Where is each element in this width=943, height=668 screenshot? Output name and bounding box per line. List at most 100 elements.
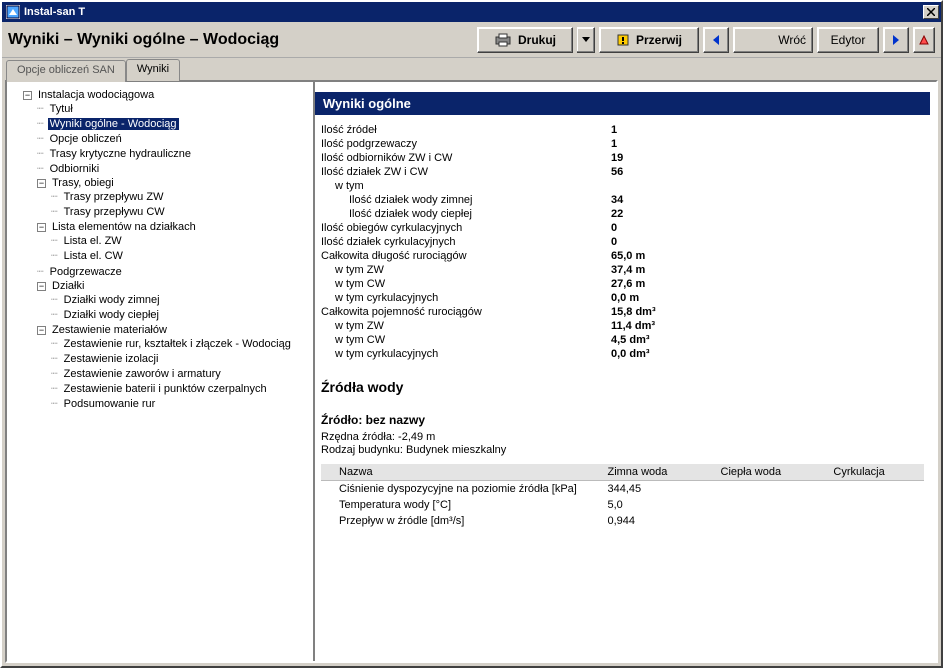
tree-toggle[interactable]: −	[23, 91, 32, 100]
kv-key: w tym cyrkulacyjnych	[321, 292, 611, 304]
kv-value: 0,0 dm³	[611, 348, 650, 360]
triangle-icon	[918, 34, 930, 46]
table-cell	[827, 497, 924, 513]
tree-item-opcje-obliczen[interactable]: Opcje obliczeń	[48, 133, 124, 145]
table-cell: Przepływ w źródle [dm³/s]	[321, 513, 601, 529]
kv-value: 1	[611, 138, 617, 150]
tab-wyniki-label: Wyniki	[137, 63, 169, 75]
print-dropdown-button[interactable]	[577, 27, 595, 53]
kv-row: Ilość działek cyrkulacyjnych0	[315, 235, 930, 249]
kv-value: 0	[611, 236, 617, 248]
table-cell	[715, 497, 828, 513]
kv-key: w tym ZW	[321, 264, 611, 276]
tree-item-trasy-obiegi[interactable]: Trasy, obiegi	[50, 177, 116, 189]
tree-item-root[interactable]: Instalacja wodociągowa	[36, 89, 156, 101]
kv-value: 22	[611, 208, 623, 220]
section-zrodla: Źródła wody	[321, 379, 930, 395]
nav-back-button[interactable]	[703, 27, 729, 53]
table-cell: 5,0	[601, 497, 714, 513]
table-cell	[827, 481, 924, 498]
source-title: Źródło: bez nazwy	[321, 413, 930, 427]
tree-item-dzialki-cieplej[interactable]: Działki wody ciepłej	[62, 309, 161, 321]
tree-item-lista-zw[interactable]: Lista el. ZW	[62, 235, 124, 247]
stop-icon	[616, 33, 630, 47]
kv-value: 0	[611, 222, 617, 234]
tree-item-lista-elementow[interactable]: Lista elementów na działkach	[50, 221, 198, 233]
editor-button[interactable]: Edytor	[817, 27, 879, 53]
table-cell: Ciśnienie dyspozycyjne na poziomie źródł…	[321, 481, 601, 498]
kv-value: 0,0 m	[611, 292, 639, 304]
table-row: Temperatura wody [°C]5,0	[321, 497, 924, 513]
kv-key: w tym CW	[321, 334, 611, 346]
tab-wyniki[interactable]: Wyniki	[126, 59, 180, 81]
kv-key: Ilość działek wody ciepłej	[321, 208, 611, 220]
content-pane: Wyniki ogólne Ilość źródeł1Ilość podgrze…	[315, 82, 936, 661]
kv-value: 37,4 m	[611, 264, 645, 276]
breadcrumb: Wyniki – Wyniki ogólne – Wodociąg	[8, 31, 473, 49]
tree-toggle[interactable]: −	[37, 282, 46, 291]
kv-row: Ilość źródeł1	[315, 123, 930, 137]
kv-value: 15,8 dm³	[611, 306, 656, 318]
tree-item-zest-izolacji[interactable]: Zestawienie izolacji	[62, 353, 161, 365]
tree-item-dzialki[interactable]: Działki	[50, 280, 86, 292]
kv-key: w tym cyrkulacyjnych	[321, 348, 611, 360]
kv-key: Całkowita pojemność rurociągów	[321, 306, 611, 318]
kv-row: Ilość działek wody zimnej34	[315, 193, 930, 207]
table-cell	[715, 513, 828, 529]
table-header-cyrkulacja: Cyrkulacja	[827, 464, 924, 481]
kv-value: 1	[611, 124, 617, 136]
tab-opcje-san-label: Opcje obliczeń SAN	[17, 64, 115, 76]
tree-item-zest-baterii[interactable]: Zestawienie baterii i punktów czerpalnyc…	[62, 383, 269, 395]
kv-row: Ilość obiegów cyrkulacyjnych0	[315, 221, 930, 235]
tree-item-dzialki-zimnej[interactable]: Działki wody zimnej	[62, 294, 162, 306]
aux-button[interactable]	[913, 27, 935, 53]
tree-item-lista-cw[interactable]: Lista el. CW	[62, 250, 125, 262]
kv-row: Ilość działek wody ciepłej22	[315, 207, 930, 221]
kv-key: Ilość działek ZW i CW	[321, 166, 611, 178]
tree-item-zest-zaworow[interactable]: Zestawienie zaworów i armatury	[62, 368, 223, 380]
stop-button[interactable]: Przerwij	[599, 27, 699, 53]
tree-toggle[interactable]: −	[37, 179, 46, 188]
table-header-zimna: Zimna woda	[601, 464, 714, 481]
tree-item-wyniki-ogolne[interactable]: Wyniki ogólne - Wodociąg	[48, 118, 179, 130]
kv-row: w tym ZW37,4 m	[315, 263, 930, 277]
tree-item-trasy-zw[interactable]: Trasy przepływu ZW	[62, 191, 166, 203]
tab-opcje-san[interactable]: Opcje obliczeń SAN	[6, 60, 126, 82]
kv-value: 19	[611, 152, 623, 164]
kv-row: w tym cyrkulacyjnych0,0 m	[315, 291, 930, 305]
close-button[interactable]	[923, 5, 939, 19]
kv-row: w tym cyrkulacyjnych0,0 dm³	[315, 347, 930, 361]
kv-key: Ilość odbiorników ZW i CW	[321, 152, 611, 164]
kv-key: w tym ZW	[321, 320, 611, 332]
nav-forward-button[interactable]	[883, 27, 909, 53]
chevron-down-icon	[582, 37, 590, 42]
printer-icon	[494, 33, 512, 47]
kv-value: 11,4 dm³	[611, 320, 655, 332]
return-button-label: Wróć	[778, 33, 806, 47]
tree-item-podsumowanie-rur[interactable]: Podsumowanie rur	[62, 398, 158, 410]
kv-row: Całkowita pojemność rurociągów15,8 dm³	[315, 305, 930, 319]
tree-toggle[interactable]: −	[37, 223, 46, 232]
table-cell: 0,944	[601, 513, 714, 529]
source-table: Nazwa Zimna woda Ciepła woda Cyrkulacja …	[321, 464, 924, 529]
kv-row: w tym CW27,6 m	[315, 277, 930, 291]
table-cell: 344,45	[601, 481, 714, 498]
print-button[interactable]: Drukuj	[477, 27, 573, 53]
kv-key: Całkowita długość rurociągów	[321, 250, 611, 262]
tree-toggle[interactable]: −	[37, 326, 46, 335]
tree-item-trasy-krytyczne[interactable]: Trasy krytyczne hydrauliczne	[48, 148, 193, 160]
kv-value: 27,6 m	[611, 278, 645, 290]
tree-item-odbiorniki[interactable]: Odbiorniki	[48, 163, 102, 175]
tree-item-tytul[interactable]: Tytuł	[48, 103, 75, 115]
table-row: Przepływ w źródle [dm³/s]0,944	[321, 513, 924, 529]
stop-button-label: Przerwij	[636, 33, 682, 47]
return-button[interactable]: Wróć	[733, 27, 813, 53]
kv-value: 65,0 m	[611, 250, 645, 262]
tree-view[interactable]: −Instalacja wodociągowa ┈Tytuł ┈Wyniki o…	[7, 82, 315, 661]
tree-item-podgrzewacze[interactable]: Podgrzewacze	[48, 266, 124, 278]
tree-item-zest-rur[interactable]: Zestawienie rur, kształtek i złączek - W…	[62, 338, 293, 350]
tree-item-zestawienie[interactable]: Zestawienie materiałów	[50, 324, 169, 336]
table-header-nazwa: Nazwa	[321, 464, 601, 481]
tree-item-trasy-cw[interactable]: Trasy przepływu CW	[62, 206, 167, 218]
print-button-label: Drukuj	[518, 33, 556, 47]
